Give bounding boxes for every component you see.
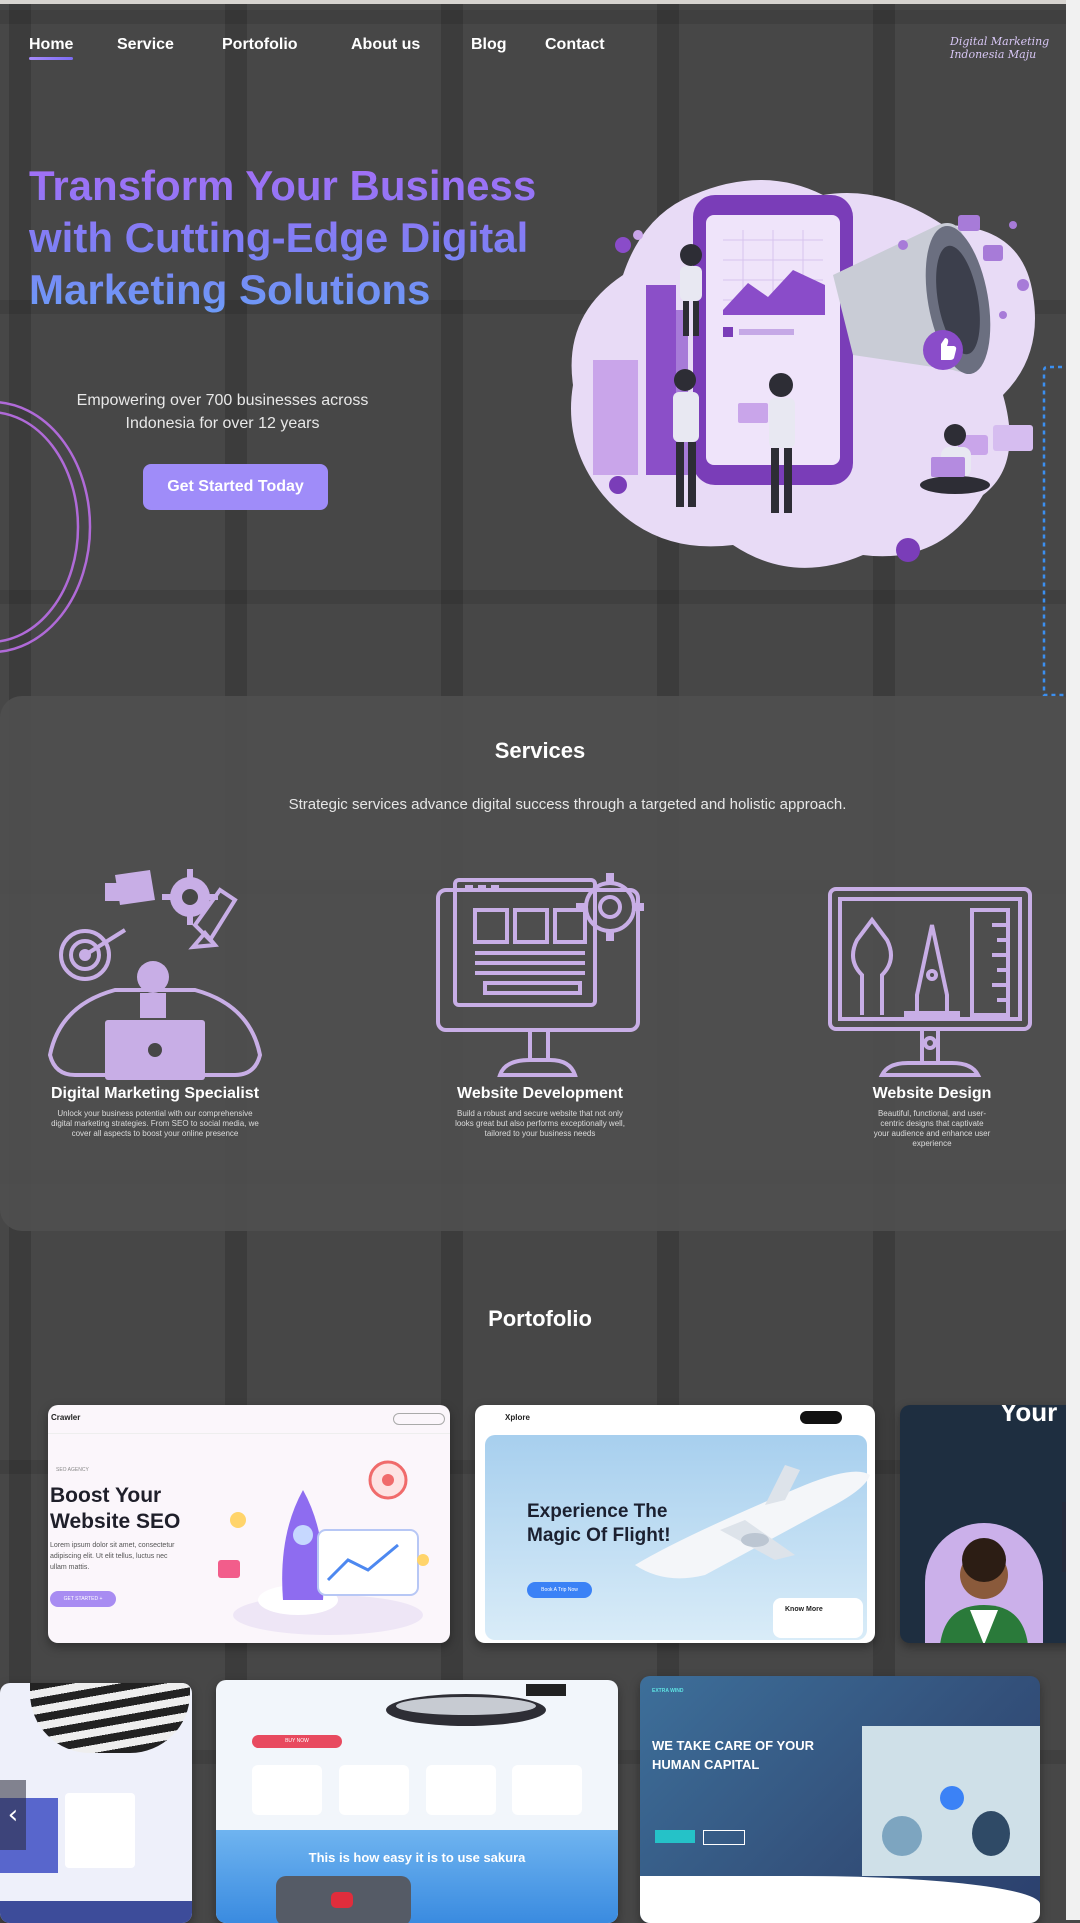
service-description: Unlock your business potential with our … [51,1109,259,1138]
card-brand: Xplore [505,1413,530,1422]
portfolio-card-seo[interactable]: Crawler SEO AGENCY Boost Your Website SE… [48,1405,450,1643]
portfolio-card-human-capital[interactable]: EXTRA WIND WE TAKE CARE OF YOUR HUMAN CA… [640,1676,1040,1923]
card-tag: SEO AGENCY [56,1467,89,1473]
portfolio-card-sakura[interactable]: BUY NOW This is how easy it is to use sa… [216,1680,618,1923]
striped-shirt-photo [30,1683,190,1753]
card-cta [655,1830,695,1843]
card-nav: Xplore [475,1405,875,1433]
top-strip [0,0,1080,4]
know-more-card: Know More [773,1598,863,1638]
nav-portofolio[interactable]: Portofolio [222,36,298,60]
marketing-specialist-icon [47,869,263,1080]
feature-tile [65,1793,135,1868]
card-nav-button [800,1411,842,1424]
prev-arrow-button[interactable]: ‹ [0,1780,26,1850]
service-title: Website Development [457,1085,623,1102]
web-development-icon [436,873,644,1077]
feature-box [426,1765,496,1815]
digital-marketing-illustration [571,180,1035,568]
service-description: Beautiful, functional, and user-centric … [873,1109,991,1148]
card-headline: This is how easy it is to use sakura [308,1850,526,1865]
feature-box [252,1765,322,1815]
card-headline: Experience The Magic Of Flight! [527,1501,671,1546]
portfolio-card-flight[interactable]: Xplore Experience The Magic Of Flight! B… [475,1405,875,1643]
scrollbar-track[interactable] [1066,0,1080,1920]
card-headline: Boost Your Website SEO [50,1484,181,1533]
service-card-marketing[interactable]: Digital Marketing Specialist Unlock your… [40,865,270,1139]
card-nav-button [393,1413,445,1425]
nav-home[interactable]: Home [29,36,74,60]
card-cta: Book A Trip Now [527,1582,592,1598]
nav-service[interactable]: Service [117,36,174,60]
feature-box [512,1765,582,1815]
card-cta: BUY NOW [252,1735,342,1748]
service-title: Website Design [872,1085,992,1102]
service-card-web-design[interactable]: Website Design Beautiful, functional, an… [817,865,1047,1149]
nav-blog[interactable]: Blog [471,36,507,60]
card-wave-footer [640,1876,1040,1923]
card-headline: Your [1000,1405,1058,1427]
office-photo [862,1726,1040,1876]
portfolio-card-row2-left[interactable] [0,1683,192,1923]
service-card-web-development[interactable]: Website Development Build a robust and s… [425,865,655,1139]
nav-about-us[interactable]: About us [351,36,420,60]
massage-device-image [386,1684,566,1726]
card-brand: EXTRA WIND [652,1688,684,1694]
hero-subtitle: Empowering over 700 businesses across In… [76,392,369,432]
video-thumbnail [276,1876,411,1923]
play-icon [331,1892,353,1908]
person-silhouette [972,1811,1010,1856]
card-nav: Crawler [48,1405,450,1434]
get-started-button[interactable]: Get Started Today [143,464,328,510]
services-description: Strategic services advance digital succe… [288,796,847,813]
service-description: Build a robust and secure website that n… [455,1109,625,1138]
card-secondary-button [703,1830,745,1845]
web-design-icon [828,887,1032,1077]
card-cta: GET STARTED + [50,1591,116,1607]
play-icon [940,1786,964,1810]
person-photo [940,1538,1028,1643]
card-headline: WE TAKE CARE OF YOUR HUMAN CAPITAL [652,1738,815,1772]
person-silhouette [882,1816,922,1856]
portfolio-title: Portofolio [488,1306,592,1331]
portfolio-card-partial[interactable]: Your [900,1405,1080,1643]
brand-logo-text[interactable]: Digital Marketing Indonesia Maju [950,35,1060,61]
decorative-rings [0,401,92,653]
service-title: Digital Marketing Specialist [50,1085,260,1102]
rocket-seo-illustration [218,1460,429,1635]
hero-title: Transform Your Business with Cutting-Edg… [29,160,589,316]
card-brand: Crawler [51,1413,81,1422]
services-title: Services [494,738,586,763]
nav-contact[interactable]: Contact [545,36,605,60]
card-body: Lorem ipsum dolor sit amet, consectetur … [50,1542,175,1571]
feature-box [339,1765,409,1815]
